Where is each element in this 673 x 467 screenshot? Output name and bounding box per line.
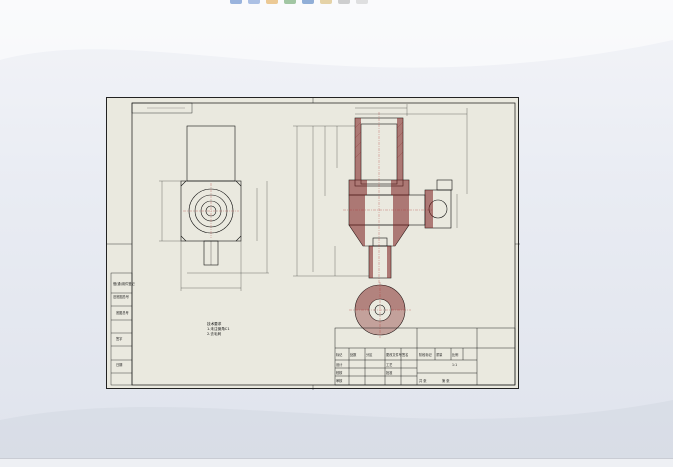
- drawing-sheet[interactable]: 借(通)用件登记 旧底图总号 底图总号 签字 日期 标记 处数 分区 更改文件号…: [106, 97, 520, 390]
- tb-header-5: 签名: [402, 352, 408, 357]
- strip-label-1: 借(通)用件登记: [113, 281, 135, 286]
- tb-right-5: 第 张: [442, 378, 450, 383]
- technical-notes: 技术要求 1.未注倒角C1 2.去毛刺: [207, 322, 230, 337]
- view-orientation-icon[interactable]: [266, 0, 278, 4]
- display-style-icon[interactable]: [284, 0, 296, 4]
- tb-header-4: 更改文件号: [386, 352, 402, 357]
- strip-label-5: 日期: [116, 362, 122, 367]
- tb-scale: 1:1: [452, 363, 457, 367]
- tb-row-5: 批准: [386, 370, 393, 375]
- hide-show-icon[interactable]: [320, 0, 332, 4]
- inner-border: [131, 102, 516, 386]
- strip-label-2: 旧底图总号: [113, 294, 129, 299]
- tb-right-2: 重量: [436, 352, 443, 357]
- section-view-icon[interactable]: [302, 0, 314, 4]
- tb-header-1: 标记: [336, 352, 343, 357]
- drawing-canvas: 借(通)用件登记 旧底图总号 底图总号 签字 日期 标记 处数 分区 更改文件号…: [107, 98, 520, 390]
- strip-label-4: 签字: [116, 336, 122, 341]
- tb-header-3: 分区: [366, 352, 373, 357]
- tb-row-3: 审核: [336, 378, 343, 383]
- scene-icon[interactable]: [356, 0, 368, 4]
- front-view: [180, 125, 242, 266]
- heads-up-toolbar: [230, 0, 368, 6]
- tb-row-2: 校核: [336, 370, 343, 375]
- status-bar: [0, 458, 673, 467]
- tb-right-4: 共 张: [419, 378, 427, 383]
- strip-label-3: 底图总号: [116, 310, 129, 315]
- tb-right-3: 比例: [452, 352, 458, 357]
- zoom-icon[interactable]: [230, 0, 242, 4]
- pan-icon[interactable]: [248, 0, 260, 4]
- tb-right-1: 阶段标记: [419, 352, 433, 357]
- zone-ticks: [107, 98, 520, 390]
- appearance-icon[interactable]: [338, 0, 350, 4]
- tb-row-1: 设计: [336, 362, 343, 367]
- left-info-strip: [110, 272, 133, 386]
- tb-row-4: 工艺: [386, 362, 392, 367]
- note-line-3: 2.去毛刺: [207, 332, 222, 336]
- tb-header-2: 处数: [350, 352, 357, 357]
- front-view-dimensions: [159, 180, 269, 291]
